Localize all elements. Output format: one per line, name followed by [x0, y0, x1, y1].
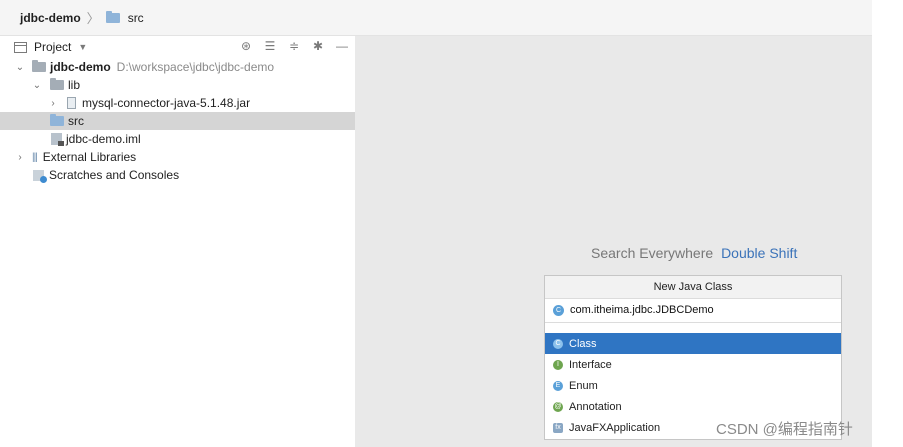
chevron-down-icon[interactable]: ⌄	[15, 62, 25, 73]
tree-item-label: jdbc-demo.iml	[66, 132, 141, 146]
tree-item-scratches[interactable]: Scratches and Consoles	[0, 166, 355, 184]
kind-class[interactable]: C Class	[545, 333, 841, 354]
module-folder-icon	[32, 60, 46, 72]
tree-item-iml[interactable]: jdbc-demo.iml	[0, 130, 355, 148]
hint-text: Search Everywhere	[591, 245, 714, 261]
tree-item-lib[interactable]: ⌄ lib	[0, 76, 355, 94]
breadcrumb-separator-icon: 〉	[86, 11, 100, 26]
tree-item-label: src	[68, 114, 84, 128]
tree-item-label: jdbc-demo	[50, 60, 111, 74]
annotation-icon: @	[553, 401, 563, 412]
kind-enum[interactable]: E Enum	[545, 375, 841, 396]
search-everywhere-hint: Search Everywhere Double Shift	[591, 245, 797, 261]
kind-label: JavaFXApplication	[569, 421, 661, 434]
folder-icon	[50, 78, 64, 90]
module-path: D:\workspace\jdbc\jdbc-demo	[116, 60, 275, 74]
source-folder-icon	[50, 114, 64, 126]
javafx-icon: fx	[553, 422, 563, 433]
minimize-icon[interactable]: —	[335, 39, 349, 53]
module-file-icon	[51, 133, 64, 146]
class-icon: C	[553, 304, 564, 316]
expand-all-icon[interactable]: ☰	[263, 39, 277, 53]
kind-label: Interface	[569, 358, 612, 371]
watermark: CSDN @编程指南针	[716, 421, 853, 438]
kind-label: Enum	[569, 379, 598, 392]
class-icon: C	[553, 338, 563, 349]
folder-icon	[105, 10, 120, 23]
class-name-input[interactable]	[570, 304, 830, 316]
kind-interface[interactable]: I Interface	[545, 354, 841, 375]
project-view-selector[interactable]: Project	[34, 40, 71, 54]
chevron-right-icon[interactable]: ›	[15, 152, 25, 163]
breadcrumb: jdbc-demo 〉 src	[0, 0, 872, 36]
tree-item-external-libraries[interactable]: › ||| External Libraries	[0, 148, 355, 166]
breadcrumb-project-label: jdbc-demo	[20, 10, 81, 25]
kind-label: Annotation	[569, 400, 622, 413]
project-window-icon	[14, 41, 27, 53]
interface-icon: I	[553, 359, 563, 370]
dialog-title: New Java Class	[545, 276, 841, 299]
project-panel: Project ▼ ⊛ ☰ ≑ ✱ — ⌄ jdbc-demo D:\works…	[0, 36, 356, 447]
tree-item-label: mysql-connector-java-5.1.48.jar	[82, 96, 251, 110]
project-tree: ⌄ jdbc-demo D:\workspace\jdbc\jdbc-demo …	[0, 58, 355, 184]
kind-label: Class	[569, 337, 597, 350]
chevron-down-icon[interactable]: ▼	[78, 42, 87, 52]
tree-item-root[interactable]: ⌄ jdbc-demo D:\workspace\jdbc\jdbc-demo	[0, 58, 355, 76]
hint-shortcut: Double Shift	[721, 245, 798, 261]
kind-annotation[interactable]: @ Annotation	[545, 396, 841, 417]
tree-item-label: lib	[68, 78, 81, 92]
breadcrumb-folder[interactable]: src	[105, 10, 144, 25]
tree-item-jar[interactable]: › mysql-connector-java-5.1.48.jar	[0, 94, 355, 112]
scratches-icon	[33, 169, 47, 183]
project-panel-header: Project ▼ ⊛ ☰ ≑ ✱ —	[0, 36, 355, 58]
target-icon[interactable]: ⊛	[239, 39, 253, 53]
collapse-all-icon[interactable]: ≑	[287, 39, 301, 53]
tree-item-label: Scratches and Consoles	[49, 168, 180, 182]
jar-file-icon	[67, 97, 76, 109]
class-name-field: C	[545, 298, 841, 323]
breadcrumb-folder-label: src	[127, 10, 144, 25]
chevron-right-icon[interactable]: ›	[48, 98, 58, 109]
tree-item-src[interactable]: src	[0, 112, 355, 130]
panel-toolbar: ⊛ ☰ ≑ ✱ —	[239, 39, 349, 53]
new-java-class-dialog: New Java Class C C Class I Interface E E…	[544, 275, 842, 440]
chevron-down-icon[interactable]: ⌄	[32, 80, 42, 91]
enum-icon: E	[553, 380, 563, 391]
tree-item-label: External Libraries	[42, 150, 137, 164]
breadcrumb-project[interactable]: jdbc-demo	[20, 11, 81, 25]
libraries-icon: |||	[32, 151, 38, 163]
gear-icon[interactable]: ✱	[311, 39, 325, 53]
